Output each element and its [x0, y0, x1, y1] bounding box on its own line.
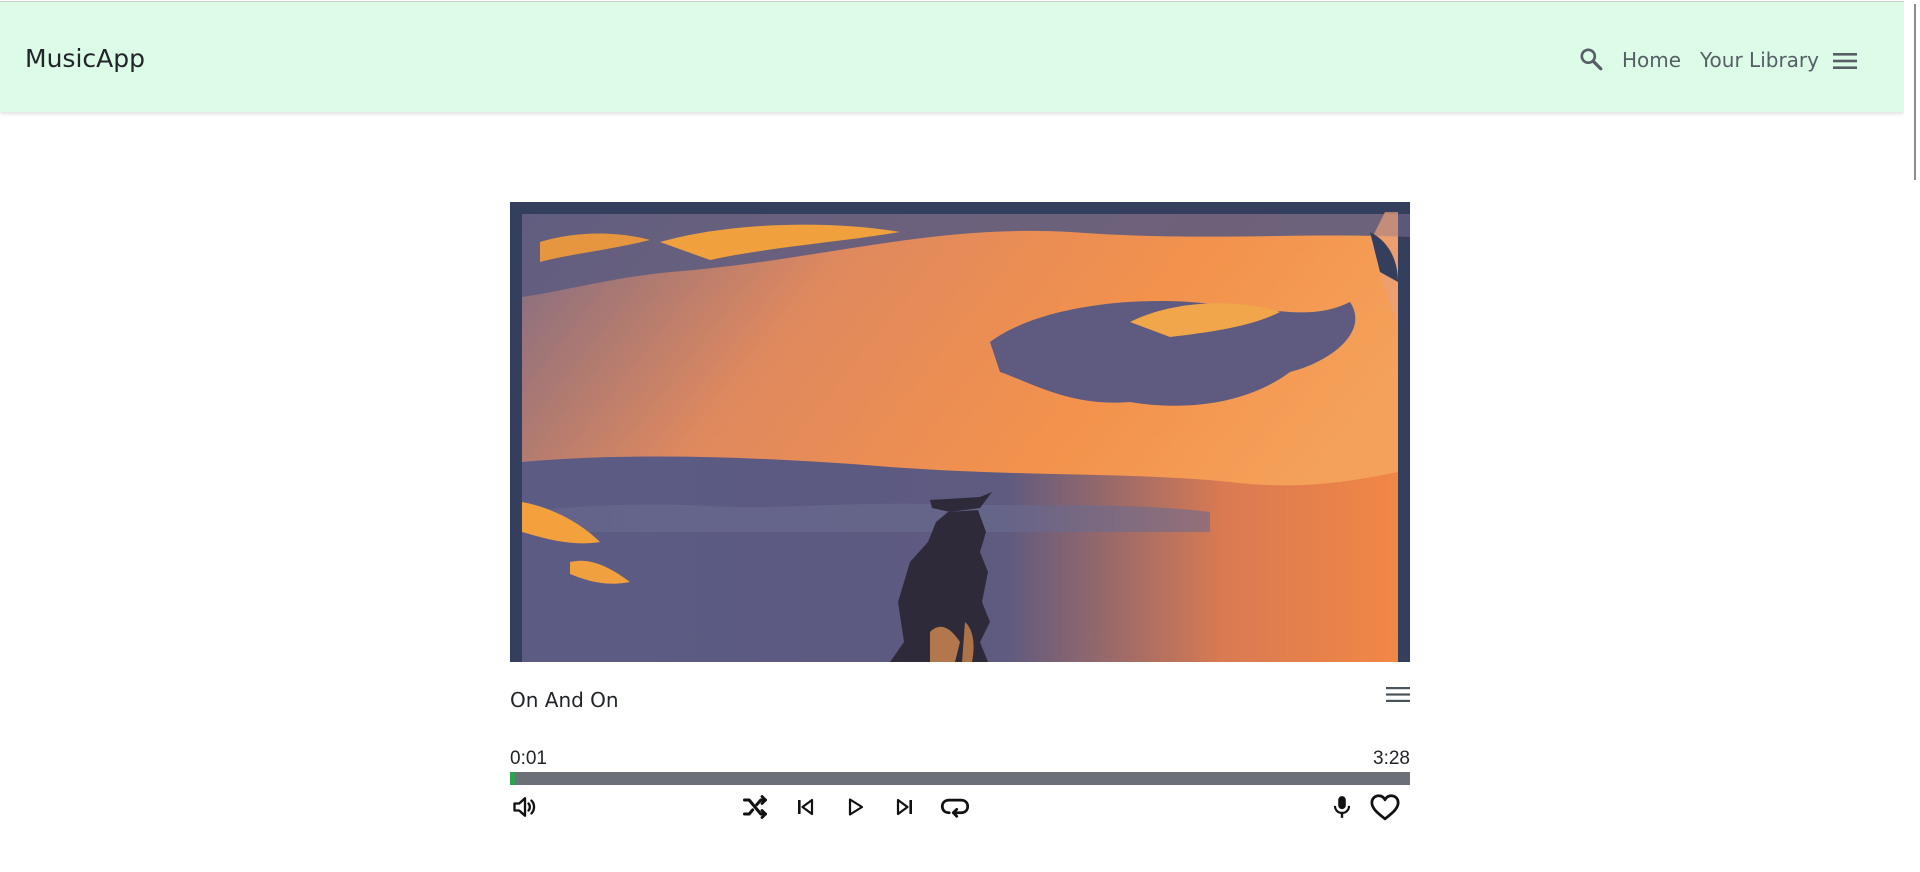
microphone-icon[interactable]: [1327, 792, 1357, 822]
volume-icon[interactable]: [510, 792, 540, 822]
album-art: [510, 202, 1410, 662]
search-icon[interactable]: [1578, 46, 1604, 72]
total-duration: 3:28: [1373, 748, 1410, 769]
repeat-icon[interactable]: [940, 792, 970, 822]
page-scrollbar[interactable]: [1904, 0, 1920, 872]
play-icon[interactable]: [840, 792, 870, 822]
nav-link-your-library[interactable]: Your Library: [1700, 48, 1819, 72]
progress-bar-fill: [510, 772, 515, 785]
top-navbar: MusicApp Home Your Library: [0, 1, 1904, 112]
shuffle-icon[interactable]: [740, 792, 770, 822]
heart-icon[interactable]: [1367, 792, 1403, 822]
progress-bar[interactable]: [510, 772, 1410, 785]
hamburger-menu-icon[interactable]: [1832, 49, 1858, 73]
queue-list-icon[interactable]: [1385, 684, 1411, 706]
scrollbar-thumb[interactable]: [1914, 4, 1916, 180]
skip-next-icon[interactable]: [890, 792, 920, 822]
nav-link-home[interactable]: Home: [1622, 48, 1681, 72]
song-title: On And On: [510, 688, 619, 712]
elapsed-time: 0:01: [510, 748, 547, 769]
brand-logo[interactable]: MusicApp: [25, 44, 145, 73]
skip-previous-icon[interactable]: [790, 792, 820, 822]
